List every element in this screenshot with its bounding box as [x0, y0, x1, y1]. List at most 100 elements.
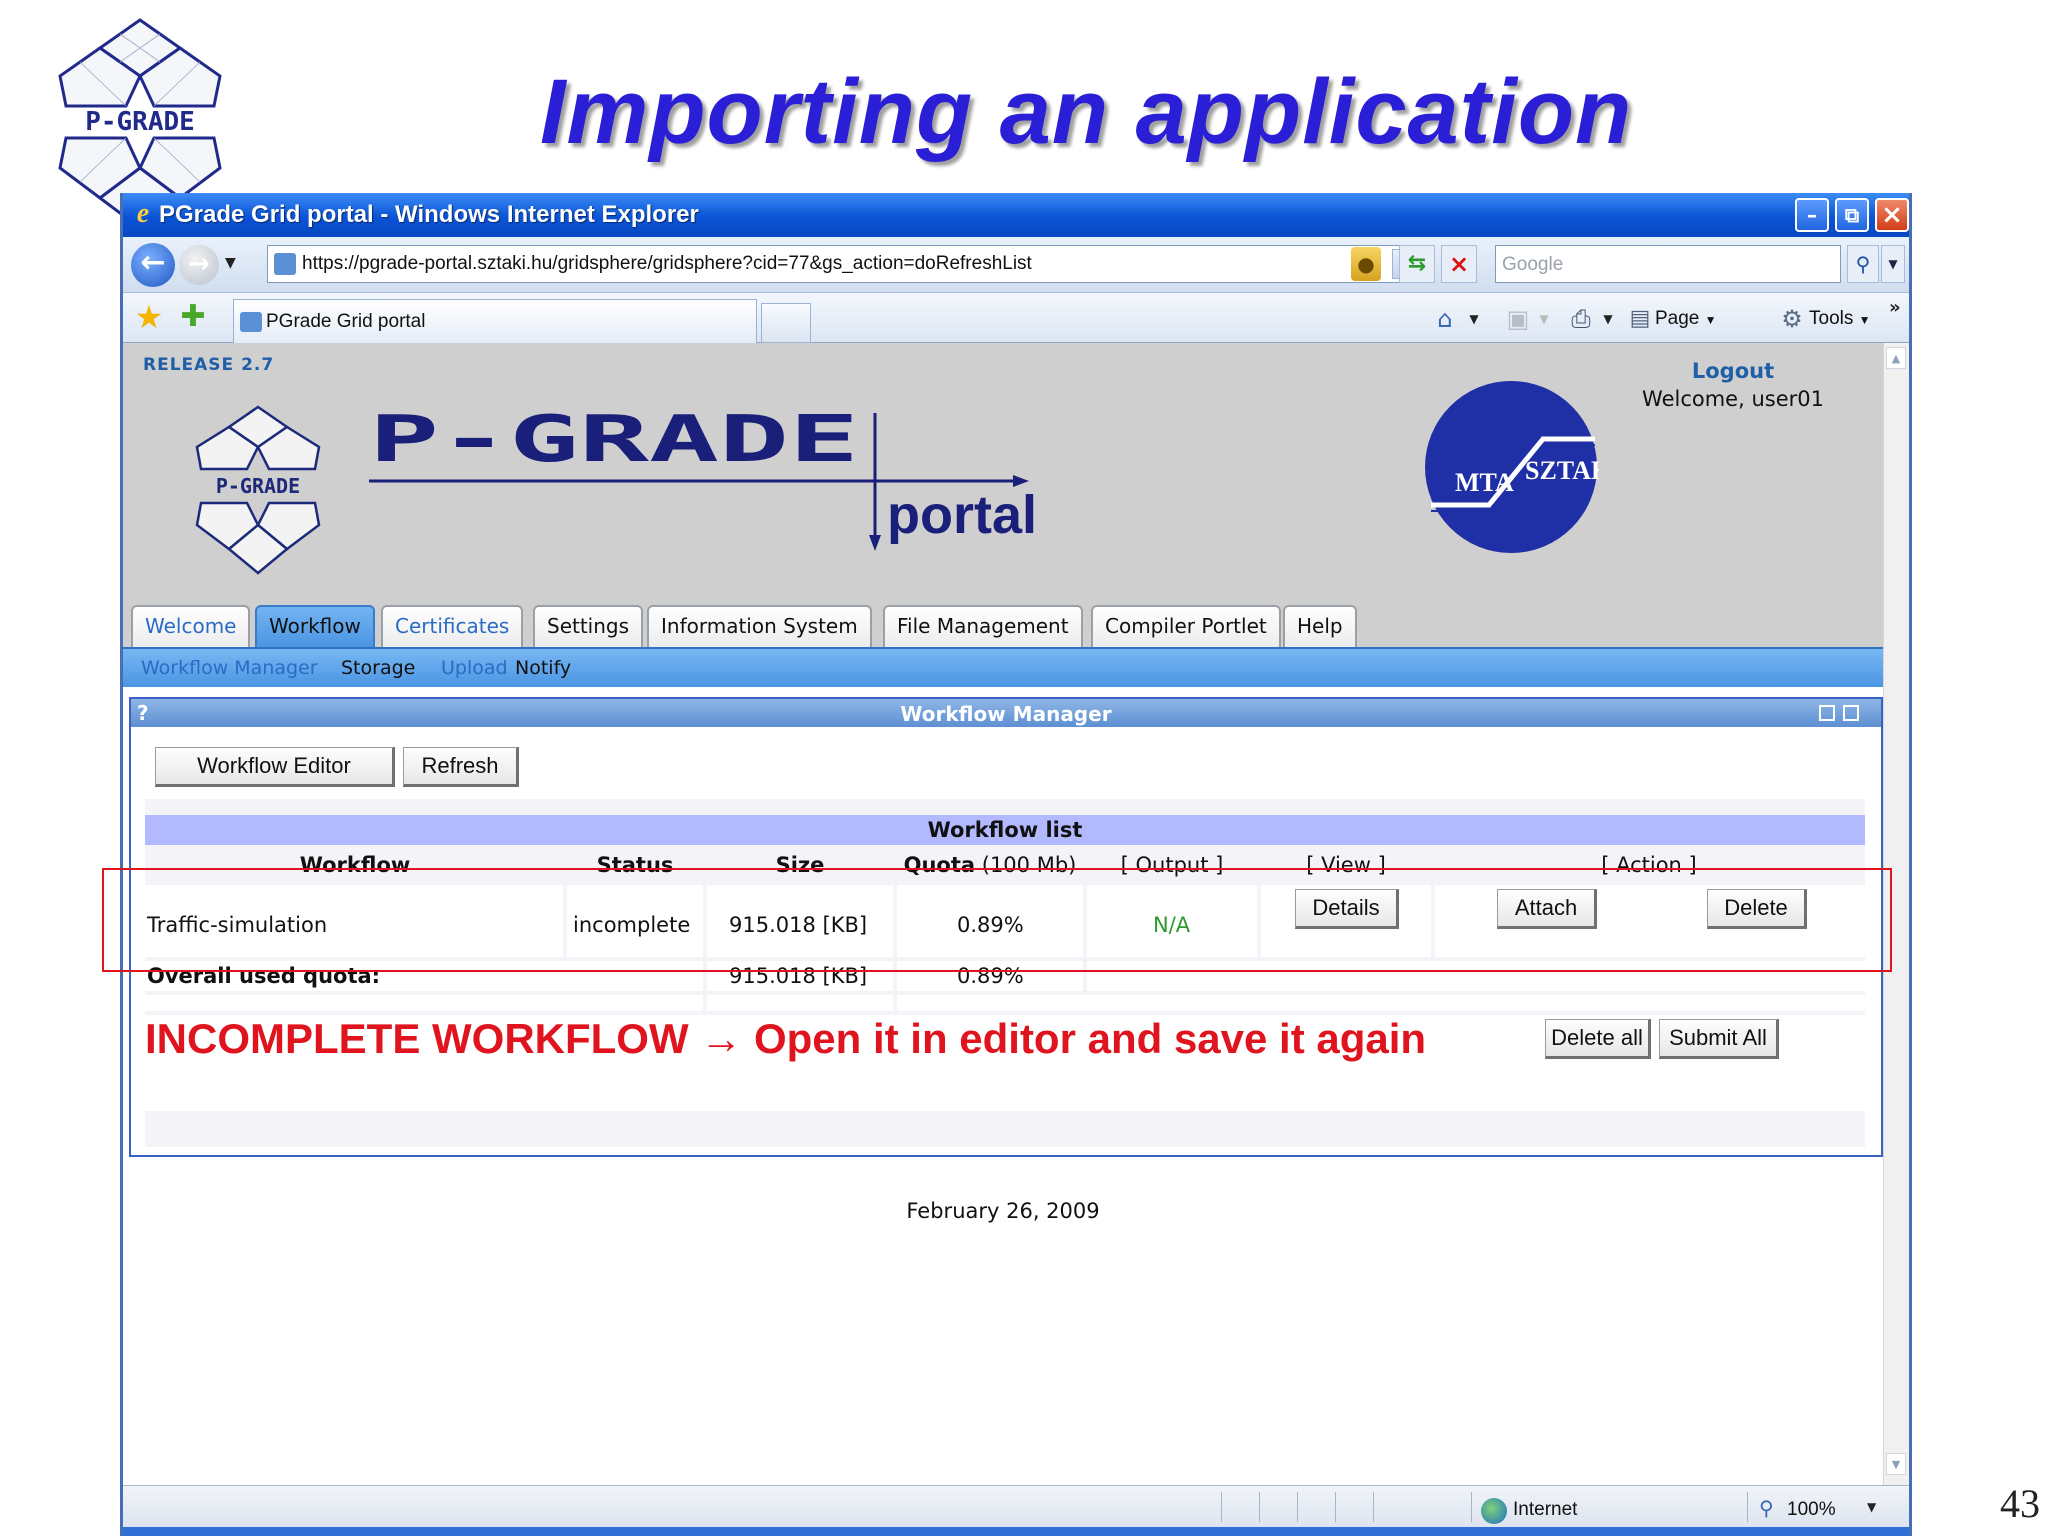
page-icon[interactable]: ▤: [1627, 303, 1653, 335]
welcome-text: Welcome, user01: [1642, 387, 1824, 411]
maximize-button[interactable]: ⧉: [1835, 198, 1869, 232]
tools-menu[interactable]: Tools ▼: [1809, 303, 1871, 335]
workflow-toolbar: Workflow Editor Refresh: [145, 735, 1865, 799]
svg-text:P-GRADE: P-GRADE: [369, 409, 859, 477]
address-bar[interactable]: https://pgrade-portal.sztaki.hu/gridsphe…: [267, 245, 1421, 283]
tools-menu-label: Tools: [1809, 308, 1854, 329]
globe-icon: [1481, 1498, 1507, 1524]
browser-tab-label: PGrade Grid portal: [266, 311, 426, 332]
chevron-down-icon: ▼: [1704, 313, 1717, 327]
footer-date: February 26, 2009: [906, 1199, 1100, 1223]
svg-text:MTA: MTA: [1455, 468, 1514, 497]
status-divider: [1221, 1492, 1222, 1522]
status-divider: [1373, 1492, 1374, 1522]
more-commands-icon[interactable]: »: [1889, 297, 1901, 318]
search-input[interactable]: Google: [1495, 245, 1841, 283]
window-titlebar[interactable]: e PGrade Grid portal - Windows Internet …: [123, 193, 1909, 237]
status-divider: [1259, 1492, 1260, 1522]
browser-window: e PGrade Grid portal - Windows Internet …: [120, 193, 1912, 1536]
svg-text:P-GRADE: P-GRADE: [216, 474, 300, 498]
tab-certificates[interactable]: Certificates: [381, 605, 524, 647]
status-divider: [1747, 1492, 1748, 1522]
panel-minimize-icon[interactable]: [1819, 705, 1835, 721]
gear-icon[interactable]: ⚙: [1777, 303, 1807, 335]
subnav-upload[interactable]: Upload: [441, 657, 508, 679]
search-icon[interactable]: ⚲: [1847, 245, 1879, 283]
zoom-dropdown-icon[interactable]: ▼: [1867, 1500, 1876, 1514]
print-icon[interactable]: ⎙: [1565, 303, 1597, 335]
site-favicon-icon: [274, 253, 296, 275]
tab-file-management[interactable]: File Management: [883, 605, 1083, 647]
page-menu-label: Page: [1655, 308, 1700, 329]
tabs-toolbar: ★ ✚ PGrade Grid portal ⌂ ▼ ▣ ▼ ⎙ ▼ ▤ Pag…: [123, 293, 1909, 343]
search-placeholder: Google: [1502, 254, 1564, 275]
zoom-level[interactable]: 100%: [1787, 1499, 1836, 1521]
panel-title: Workflow Manager: [900, 702, 1112, 726]
pgrade-portal-wordmark: P-GRADE portal: [369, 409, 1037, 551]
chevron-down-icon: ▼: [1858, 313, 1871, 327]
new-tab-button[interactable]: [761, 303, 811, 343]
feeds-icon[interactable]: ▣: [1503, 303, 1533, 335]
spacer-cell: [145, 995, 703, 1011]
print-dropdown-icon[interactable]: ▼: [1601, 303, 1615, 335]
portal-tab-bar: Welcome Workflow Certificates Settings I…: [123, 599, 1883, 647]
spacer-cell: [707, 995, 893, 1011]
page-menu[interactable]: Page ▼: [1655, 303, 1717, 335]
svg-text:P-GRADE: P-GRADE: [85, 107, 195, 137]
close-button[interactable]: ×: [1875, 198, 1909, 232]
tab-favicon-icon: [240, 312, 262, 332]
scroll-down-arrow-icon[interactable]: ▼: [1886, 1453, 1906, 1475]
logout-link[interactable]: Logout: [1683, 359, 1783, 383]
svg-text:SZTAKI: SZTAKI: [1525, 456, 1599, 485]
security-lock-icon[interactable]: ●: [1351, 247, 1381, 281]
subnav-workflow-manager[interactable]: Workflow Manager: [141, 657, 318, 679]
browser-tab[interactable]: PGrade Grid portal: [233, 299, 757, 343]
subnav-storage[interactable]: Storage: [341, 657, 415, 679]
scroll-up-arrow-icon[interactable]: ▲: [1886, 347, 1906, 369]
incomplete-workflow-annotation: INCOMPLETE WORKFLOW → Open it in editor …: [145, 1015, 1427, 1062]
tab-help[interactable]: Help: [1283, 605, 1357, 647]
window-title: PGrade Grid portal - Windows Internet Ex…: [159, 201, 699, 228]
slide-page-number: 43: [2000, 1481, 2040, 1526]
svg-text:portal: portal: [887, 485, 1037, 545]
pgrade-emblem-logo: P-GRADE: [195, 405, 321, 575]
address-url[interactable]: https://pgrade-portal.sztaki.hu/gridsphe…: [302, 253, 1032, 275]
tab-workflow[interactable]: Workflow: [255, 605, 375, 647]
portal-header: RELEASE 2.7 P-GRADE P-GRADE portal MTA S…: [123, 343, 1883, 599]
workflow-subnav: Workflow Manager Storage Upload Notify: [123, 647, 1883, 687]
workflow-editor-button[interactable]: Workflow Editor: [155, 747, 395, 787]
search-options-dropdown-icon[interactable]: ▼: [1881, 245, 1905, 283]
tab-compiler-portlet[interactable]: Compiler Portlet: [1091, 605, 1281, 647]
security-zone-label[interactable]: Internet: [1513, 1499, 1577, 1521]
recent-pages-dropdown-icon[interactable]: ▼: [225, 255, 236, 271]
slide-title: Importing an application: [540, 61, 1633, 163]
back-arrow-icon[interactable]: ←: [131, 243, 175, 287]
add-favorite-icon[interactable]: ✚: [175, 299, 211, 335]
forward-arrow-icon[interactable]: →: [179, 245, 219, 285]
feeds-dropdown-icon[interactable]: ▼: [1537, 303, 1551, 335]
stop-icon[interactable]: ×: [1441, 245, 1477, 283]
highlight-annotation-box: [102, 868, 1892, 972]
workflow-list-header: Workflow list: [145, 815, 1865, 845]
refresh-button[interactable]: Refresh: [403, 747, 519, 787]
tab-welcome[interactable]: Welcome: [131, 605, 251, 647]
subnav-notify[interactable]: Notify: [515, 657, 571, 679]
submit-all-button[interactable]: Submit All: [1659, 1019, 1779, 1059]
window-bottom-border: [123, 1527, 1909, 1536]
home-dropdown-icon[interactable]: ▼: [1467, 303, 1481, 335]
status-divider: [1471, 1492, 1472, 1522]
internet-explorer-icon: e: [136, 198, 150, 229]
status-divider: [1297, 1492, 1298, 1522]
home-icon[interactable]: ⌂: [1429, 303, 1461, 335]
tab-information-system[interactable]: Information System: [647, 605, 872, 647]
panel-maximize-icon[interactable]: [1843, 705, 1859, 721]
favorites-star-icon[interactable]: ★: [131, 299, 167, 335]
minimize-button[interactable]: –: [1795, 198, 1829, 232]
status-divider: [1335, 1492, 1336, 1522]
address-toolbar: ← → ▼ https://pgrade-portal.sztaki.hu/gr…: [123, 237, 1909, 293]
mta-sztaki-logo: MTA SZTAKI: [1425, 381, 1599, 553]
tab-settings[interactable]: Settings: [533, 605, 644, 647]
delete-all-button[interactable]: Delete all: [1545, 1019, 1651, 1059]
refresh-icon[interactable]: ⇆: [1399, 245, 1435, 283]
zoom-icon[interactable]: ⚲: [1759, 1496, 1774, 1520]
